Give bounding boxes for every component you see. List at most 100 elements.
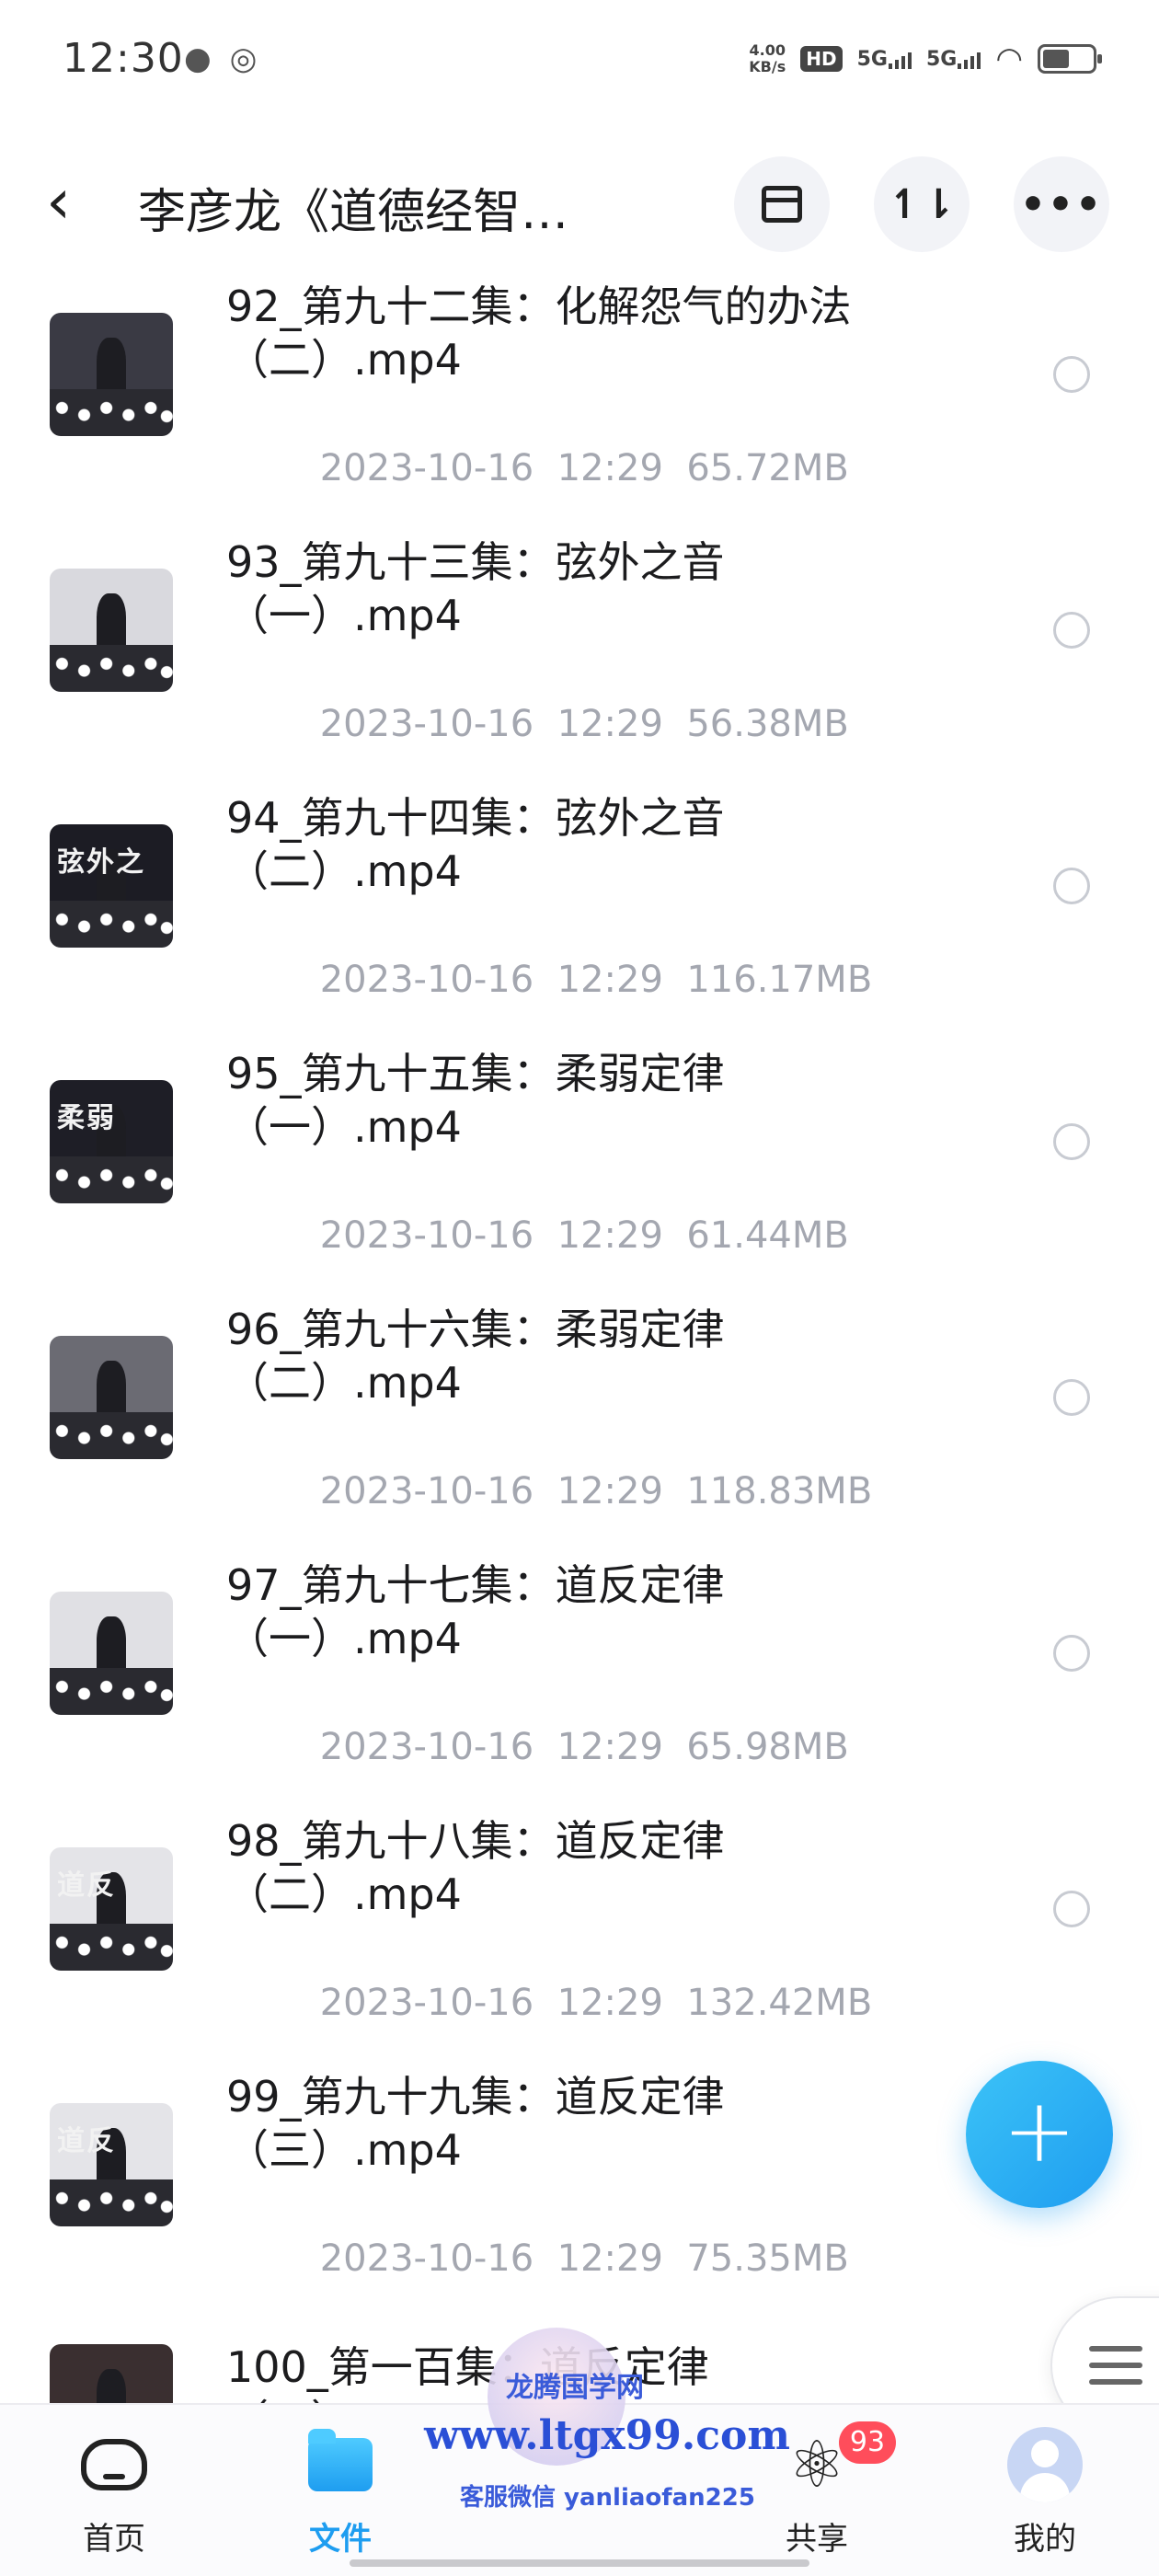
- thumbnail-caption: 弦外之: [57, 846, 146, 880]
- file-meta: 2023-10-16 12:29 132.42MB: [226, 1939, 873, 2066]
- file-row[interactable]: 97_第九十七集：道反定律 （一）.mp4 2023-10-16 12:29 6…: [0, 1560, 1159, 1820]
- file-size: 61.44MB: [686, 1214, 849, 1257]
- nav-files-label: 文件: [309, 2521, 372, 2558]
- select-checkbox[interactable]: [1053, 356, 1090, 393]
- file-name: 93_第九十三集：弦外之音 （一）.mp4: [226, 537, 725, 640]
- status-bar: 12:30 ● ◎ 4.00 KB/s HD 5G 5G ◠: [0, 0, 1159, 129]
- file-name: 95_第九十五集：柔弱定律 （一）.mp4: [226, 1049, 725, 1152]
- file-date: 2023-10-16: [319, 2237, 534, 2280]
- folder-icon: [308, 2429, 373, 2491]
- atom-icon: ⚛: [787, 2427, 846, 2502]
- page-title: 李彦龙《道德经智…: [138, 185, 569, 240]
- file-date: 2023-10-16: [319, 1726, 534, 1768]
- file-time: 12:29: [557, 959, 663, 1001]
- signal-icon: 5G: [926, 48, 981, 71]
- file-meta: 2023-10-16 12:29 116.17MB: [226, 916, 873, 1043]
- video-thumbnail: 弦外之: [50, 824, 173, 948]
- thumbnail-caption: 道反: [57, 1869, 117, 1903]
- menu-icon: [1089, 2346, 1142, 2396]
- avatar-icon: [1007, 2427, 1083, 2502]
- thumbnail-caption: 柔弱: [57, 1102, 117, 1135]
- video-thumbnail: [50, 313, 173, 436]
- cloud-home-icon: [81, 2439, 147, 2490]
- wechat-icon: ●: [184, 40, 212, 77]
- video-thumbnail: [50, 1592, 173, 1715]
- status-time: 12:30: [63, 35, 184, 82]
- select-checkbox[interactable]: [1053, 1123, 1090, 1160]
- file-time: 12:29: [557, 1982, 663, 2024]
- file-size: 118.83MB: [686, 1470, 873, 1512]
- nav-files[interactable]: 文件: [267, 2423, 414, 2561]
- sort-icon: ↿⇂: [888, 180, 956, 228]
- file-name: 94_第九十四集：弦外之音 （二）.mp4: [226, 793, 725, 896]
- file-date: 2023-10-16: [319, 447, 534, 489]
- add-button[interactable]: +: [966, 2061, 1113, 2208]
- video-thumbnail: 柔弱: [50, 1080, 173, 1203]
- notification-badge: 93: [839, 2421, 896, 2464]
- video-thumbnail: [50, 569, 173, 692]
- video-thumbnail: 道反: [50, 2103, 173, 2226]
- file-row[interactable]: 96_第九十六集：柔弱定律 （二）.mp4 2023-10-16 12:29 1…: [0, 1305, 1159, 1564]
- select-checkbox[interactable]: [1053, 1891, 1090, 1927]
- file-meta: 2023-10-16 12:29 61.44MB: [226, 1172, 849, 1299]
- battery-icon: [1038, 44, 1102, 74]
- file-time: 12:29: [557, 2237, 663, 2280]
- file-time: 12:29: [557, 1214, 663, 1257]
- file-meta: 2023-10-16 12:29 118.83MB: [226, 1428, 873, 1555]
- select-checkbox[interactable]: [1053, 1379, 1090, 1416]
- file-row[interactable]: 92_第九十二集：化解怨气的办法 （二）.mp4 2023-10-16 12:2…: [0, 282, 1159, 541]
- file-size: 75.35MB: [686, 2237, 849, 2280]
- file-time: 12:29: [557, 703, 663, 745]
- file-size: 65.98MB: [686, 1726, 849, 1768]
- file-size: 132.42MB: [686, 1982, 873, 2024]
- hd-icon: HD: [800, 46, 843, 72]
- file-row[interactable]: 柔弱 95_第九十五集：柔弱定律 （一）.mp4 2023-10-16 12:2…: [0, 1049, 1159, 1308]
- file-meta: 2023-10-16 12:29 65.72MB: [226, 405, 849, 532]
- file-date: 2023-10-16: [319, 959, 534, 1001]
- file-size: 56.38MB: [686, 703, 849, 745]
- file-name: 96_第九十六集：柔弱定律 （二）.mp4: [226, 1305, 725, 1408]
- nav-home[interactable]: 首页: [40, 2423, 188, 2561]
- signal-icon: 5G: [857, 48, 912, 71]
- video-thumbnail: 道反: [50, 1847, 173, 1971]
- nav-share-label: 共享: [786, 2521, 848, 2558]
- file-size: 116.17MB: [686, 959, 873, 1001]
- bottom-nav: 首页 文件 ⚛ 93 共享 我的: [0, 2403, 1159, 2576]
- sort-button[interactable]: ↿⇂: [874, 156, 970, 252]
- wifi-icon: ◠: [995, 40, 1023, 77]
- nav-share[interactable]: ⚛ 93 共享: [743, 2421, 896, 2561]
- archive-button[interactable]: [734, 156, 830, 252]
- file-name: 92_第九十二集：化解怨气的办法 （二）.mp4: [226, 282, 852, 385]
- net-speed: 4.00 KB/s: [749, 41, 786, 75]
- select-checkbox[interactable]: [1053, 612, 1090, 649]
- video-thumbnail: [50, 1336, 173, 1459]
- file-time: 12:29: [557, 1470, 663, 1512]
- file-date: 2023-10-16: [319, 703, 534, 745]
- file-date: 2023-10-16: [319, 1982, 534, 2024]
- back-button[interactable]: ‹: [46, 166, 110, 239]
- more-icon: •••: [1019, 180, 1104, 228]
- thumbnail-caption: 道反: [57, 2125, 117, 2158]
- nav-me-label: 我的: [1014, 2521, 1076, 2558]
- file-row[interactable]: 93_第九十三集：弦外之音 （一）.mp4 2023-10-16 12:29 5…: [0, 537, 1159, 797]
- file-meta: 2023-10-16 12:29 75.35MB: [226, 2195, 849, 2322]
- file-date: 2023-10-16: [319, 1214, 534, 1257]
- file-row[interactable]: 弦外之 94_第九十四集：弦外之音 （二）.mp4 2023-10-16 12:…: [0, 793, 1159, 1052]
- select-checkbox[interactable]: [1053, 1635, 1090, 1672]
- file-time: 12:29: [557, 1726, 663, 1768]
- file-name: 98_第九十八集：道反定律 （二）.mp4: [226, 1816, 725, 1919]
- nav-home-label: 首页: [83, 2521, 145, 2558]
- file-name: 99_第九十九集：道反定律 （三）.mp4: [226, 2072, 725, 2175]
- archive-icon: [762, 186, 802, 223]
- file-time: 12:29: [557, 447, 663, 489]
- file-meta: 2023-10-16 12:29 65.98MB: [226, 1684, 849, 1811]
- more-button[interactable]: •••: [1014, 156, 1109, 252]
- nav-me[interactable]: 我的: [971, 2423, 1119, 2561]
- home-indicator: [350, 2559, 809, 2567]
- header: ‹ 李彦龙《道德经智… ↿⇂ •••: [0, 138, 1159, 267]
- file-row[interactable]: 道反 98_第九十八集：道反定律 （二）.mp4 2023-10-16 12:2…: [0, 1816, 1159, 2076]
- file-meta: 2023-10-16 12:29 56.38MB: [226, 661, 849, 788]
- file-size: 65.72MB: [686, 447, 849, 489]
- select-checkbox[interactable]: [1053, 868, 1090, 904]
- file-date: 2023-10-16: [319, 1470, 534, 1512]
